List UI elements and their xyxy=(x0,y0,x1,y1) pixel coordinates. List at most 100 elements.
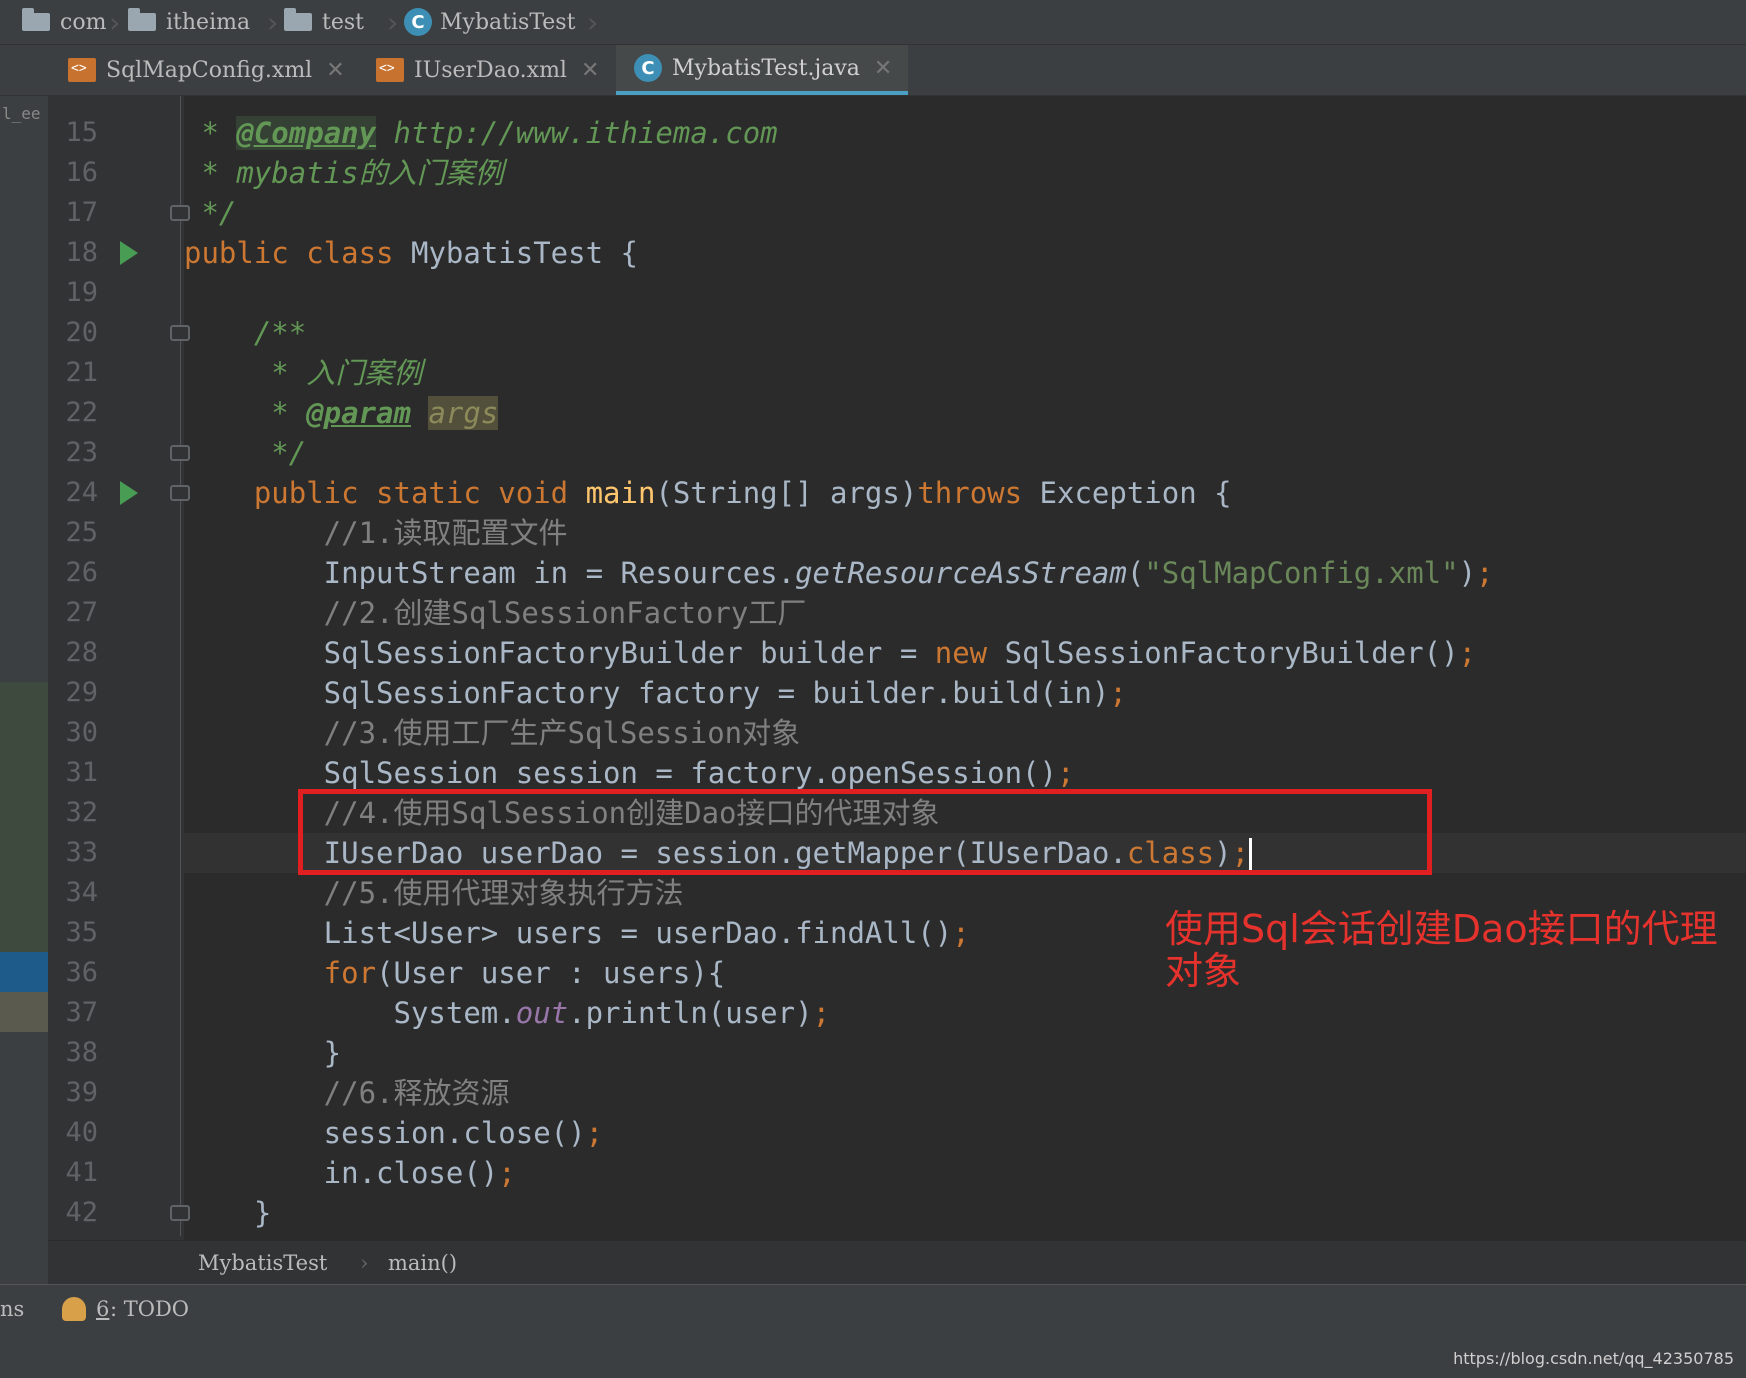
code-breadcrumb: MybatisTest › main() xyxy=(48,1240,1746,1285)
close-icon[interactable]: ✕ xyxy=(874,56,892,81)
todo-number[interactable]: 6 xyxy=(96,1297,109,1321)
line-number: 16 xyxy=(65,157,98,188)
code-line-15: * @Company http://www.ithiema.com xyxy=(184,113,1746,153)
code-token: ; xyxy=(1458,636,1477,670)
editor-tab-bar: ⇤ SqlMapConfig.xml ✕ IUserDao.xml ✕ C My… xyxy=(0,45,1746,129)
run-icon[interactable] xyxy=(120,241,138,265)
code-token: ; xyxy=(812,996,831,1030)
code-token: * 入门案例 xyxy=(184,356,423,390)
code-token: * xyxy=(184,116,237,150)
breadcrumb-test[interactable]: test xyxy=(284,0,364,44)
code-token: ; xyxy=(1476,556,1494,590)
tab-iuserdao-xml[interactable]: IUserDao.xml ✕ xyxy=(376,45,599,95)
line-number: 19 xyxy=(65,277,98,308)
breadcrumb-itheima[interactable]: itheima xyxy=(128,0,250,44)
breadcrumb-method[interactable]: main() xyxy=(388,1251,457,1275)
folder-icon xyxy=(128,8,156,31)
folder-icon xyxy=(22,8,50,31)
code-line-30: //3.使用工厂生产SqlSession对象 xyxy=(184,713,1746,753)
tool-window-button[interactable]: ns xyxy=(0,1297,24,1321)
code-token: .println(user) xyxy=(568,996,813,1030)
code-line-41: in.close(); xyxy=(184,1153,1746,1193)
code-token: (User user : users){ xyxy=(376,956,726,990)
line-number: 32 xyxy=(65,797,98,828)
left-tool-strip: l_ee xyxy=(0,96,48,1284)
code-token: } xyxy=(184,1036,342,1070)
code-token: */ xyxy=(184,196,237,230)
line-number: 42 xyxy=(65,1197,98,1228)
code-token: (String[] args) xyxy=(655,476,918,510)
line-number: 26 xyxy=(65,557,98,588)
highlight-box xyxy=(298,789,1432,875)
line-number: 28 xyxy=(65,637,98,668)
code-token: getResourceAsStream xyxy=(795,556,1127,590)
code-token: http://www.ithiema.com xyxy=(376,116,778,150)
close-icon[interactable]: ✕ xyxy=(326,58,344,83)
chevron-right-icon: › xyxy=(360,1251,369,1275)
tool-strip-block xyxy=(0,682,48,952)
code-token: ; xyxy=(585,1116,604,1150)
chevron-right-icon: › xyxy=(106,5,123,39)
line-number: 27 xyxy=(65,597,98,628)
code-token: "SqlMapConfig.xml" xyxy=(1144,556,1459,590)
watermark: https://blog.csdn.net/qq_42350785 xyxy=(1453,1349,1734,1368)
breadcrumb-class[interactable]: MybatisTest xyxy=(198,1251,327,1275)
breadcrumb-label: test xyxy=(322,9,364,35)
navigation-bar: com › itheima › test › C MybatisTest › xyxy=(0,0,1746,45)
tool-strip-block xyxy=(0,952,48,992)
code-token: ) xyxy=(1458,556,1477,590)
code-line-38: } xyxy=(184,1033,1746,1073)
code-token: InputStream in = Resources. xyxy=(184,556,796,590)
annotation-note: 使用Sql会话创建Dao接口的代理对象 xyxy=(1165,907,1718,993)
code-token: //2.创建SqlSessionFactory工厂 xyxy=(184,596,807,630)
line-number: 17 xyxy=(65,197,98,228)
code-token: in.close() xyxy=(184,1156,499,1190)
code-token: new xyxy=(934,636,988,670)
code-line-20: /** xyxy=(184,313,1746,353)
code-token: * mybatis的入门案例 xyxy=(184,156,504,190)
line-number: 39 xyxy=(65,1077,98,1108)
code-token: } xyxy=(184,1196,272,1230)
tab-mybatistest-java[interactable]: C MybatisTest.java ✕ xyxy=(616,45,909,95)
code-line-21: * 入门案例 xyxy=(184,353,1746,393)
code-token: */ xyxy=(184,436,307,470)
code-token: //1.读取配置文件 xyxy=(184,516,568,550)
close-icon[interactable]: ✕ xyxy=(581,58,599,83)
chevron-right-icon: › xyxy=(584,5,601,39)
breadcrumb-mybatistest[interactable]: C MybatisTest xyxy=(404,0,575,44)
line-number: 18 xyxy=(65,237,98,268)
code-token: ; xyxy=(498,1156,516,1190)
todo-icon xyxy=(62,1297,86,1321)
code-line-27: //2.创建SqlSessionFactory工厂 xyxy=(184,593,1746,633)
code-editor[interactable]: * @Company http://www.ithiema.com * myba… xyxy=(184,96,1746,1240)
line-number: 35 xyxy=(65,917,98,948)
breadcrumb-label: itheima xyxy=(166,9,251,35)
line-number: 29 xyxy=(65,677,98,708)
breadcrumb-com[interactable]: com xyxy=(22,0,106,44)
line-number: 34 xyxy=(65,877,98,908)
line-number: 23 xyxy=(65,437,98,468)
tab-label: IUserDao.xml xyxy=(414,57,567,83)
xml-file-icon xyxy=(376,58,404,82)
code-token: SqlSessionFactoryBuilder builder = xyxy=(184,636,935,670)
line-number: 37 xyxy=(65,997,98,1028)
code-token: List<User> users = userDao.findAll() xyxy=(184,916,953,950)
code-token: args xyxy=(428,396,499,430)
code-line-42: } xyxy=(184,1193,1746,1233)
code-token: ; xyxy=(1056,756,1075,790)
code-token: for xyxy=(184,956,377,990)
tool-window-label[interactable]: l_ee xyxy=(2,104,41,123)
tab-sqlmapconfig[interactable]: SqlMapConfig.xml ✕ xyxy=(68,45,345,95)
code-line-17: */ xyxy=(184,193,1746,233)
xml-file-icon xyxy=(68,58,96,82)
tab-label: SqlMapConfig.xml xyxy=(106,57,313,83)
code-line-18: public class MybatisTest { xyxy=(184,233,1746,273)
run-icon[interactable] xyxy=(120,481,138,505)
code-token: SqlSession session = factory.openSession… xyxy=(184,756,1057,790)
code-line-28: SqlSessionFactoryBuilder builder = new S… xyxy=(184,633,1746,673)
code-line-40: session.close(); xyxy=(184,1113,1746,1153)
code-token: SqlSessionFactory factory = builder.buil… xyxy=(184,676,1110,710)
code-token: out xyxy=(515,996,569,1030)
todo-button[interactable]: : TODO xyxy=(110,1297,189,1321)
code-token: * xyxy=(184,396,307,430)
